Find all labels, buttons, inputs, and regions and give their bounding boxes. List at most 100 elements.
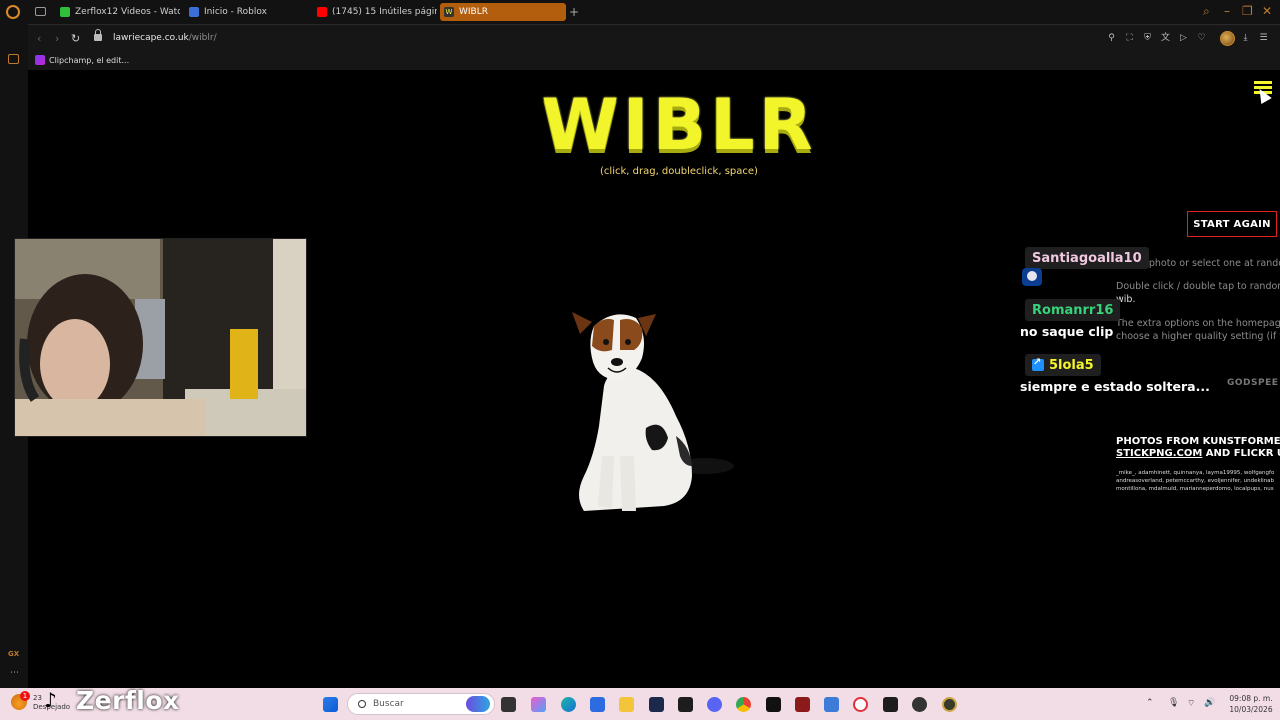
volume-icon[interactable]: 🔊 [1204,698,1215,708]
download-icon[interactable]: ⤓ [1240,33,1251,44]
discord-icon[interactable] [707,697,722,712]
workspaces-icon[interactable] [35,7,46,16]
new-tab-plus-icon[interactable]: + [569,6,579,18]
bookmarks-bar: Clipchamp, el edit... [0,52,1280,70]
godspeed-label: GODSPEE [1227,378,1279,388]
vegas-icon[interactable] [795,697,810,712]
notification-badge: 1 [20,691,30,701]
more-icon[interactable]: ⋯ [10,668,19,678]
screen: Zerflox12 Videos - Watch Inicio - Roblox… [0,0,1280,720]
credits-title-rest: AND FLICKR U [1202,448,1280,459]
search-tabs-icon[interactable]: ⌕ [1203,5,1210,18]
wifi-icon[interactable]: ⌔ [1187,698,1195,709]
wiblr-favicon-icon: W [444,7,454,17]
copilot-icon[interactable] [531,697,546,712]
capcut-2-icon[interactable] [766,697,781,712]
forward-icon[interactable]: › [55,32,59,45]
credits-title-line1: PHOTOS FROM KUNSTFORMEN [1116,436,1280,447]
photoshop-icon[interactable] [649,697,664,712]
opera-gx-icon[interactable] [853,697,868,712]
shield-icon[interactable]: ⛨ [1142,33,1153,44]
chat-user-3: 5lola5 [1025,354,1101,376]
arrow-badge-icon [1032,357,1044,371]
help-line-3b: choose a higher quality setting (if yo [1116,331,1280,342]
obs-icon[interactable] [912,697,927,712]
tiktok-logo-icon: ♪ [44,688,57,712]
webcam-overlay [14,238,307,437]
restore-icon[interactable]: ❐ [1242,5,1253,18]
help-line-1: a photo or select one at random [1140,258,1280,269]
capcut-icon[interactable] [678,697,693,712]
start-again-button[interactable]: START AGAIN [1187,211,1277,237]
back-icon[interactable]: ‹ [37,32,41,45]
wiblr-logo: WIBLR [541,84,817,166]
play-icon[interactable]: ▷ [1178,33,1189,44]
windows-start-icon[interactable] [323,697,338,712]
tab-label: (1745) 15 Inútiles páginas [332,7,437,17]
chat-username: Santiagoalla10 [1032,250,1142,266]
opera-logo-icon[interactable] [6,5,20,19]
tab-wiblr[interactable]: W WIBLR [440,3,566,21]
search-highlight-icon[interactable] [466,696,490,712]
instructions-subtitle: (click, drag, doubleclick, space) [600,166,758,177]
dog-image[interactable] [564,306,734,516]
translate-icon[interactable]: 文 [1160,33,1171,44]
tray-chevron-icon[interactable]: ⌃ [1146,698,1154,708]
clock-time: 09:08 p. m. [1229,694,1273,703]
profile-avatar[interactable] [1220,31,1235,46]
roblox-studio-icon[interactable] [824,697,839,712]
minimize-icon[interactable]: – [1224,5,1230,18]
chrome-icon[interactable] [736,697,751,712]
snapshot-icon[interactable]: ⛶ [1124,33,1135,44]
windows-taskbar: 1 23 Despejado ♪ Zerflox Buscar ⌃ 🎙 ⌔ 🔊 … [0,686,1280,720]
tab-youtube[interactable]: (1745) 15 Inútiles páginas [313,3,437,21]
tab-label: Zerflox12 Videos - Watch [75,7,180,17]
task-view-icon[interactable] [501,697,516,712]
clipchamp-icon [35,55,45,65]
chat-username: 5lola5 [1049,357,1094,373]
roblox-favicon-icon [189,7,199,17]
chat-badge-icon [1022,268,1042,286]
clock-date: 10/03/2026 [1229,705,1273,714]
tab-label: Inicio - Roblox [204,7,267,17]
sidebar-home-icon[interactable] [8,54,19,64]
chat-message-2: no saque clip [1020,324,1114,339]
close-icon[interactable]: ✕ [1262,5,1272,18]
microphone-icon[interactable]: 🎙 [1168,698,1179,708]
url-field[interactable]: lawriecape.co.uk/wiblr/ [113,33,217,43]
zerflox-favicon-icon [60,7,70,17]
tab-roblox[interactable]: Inicio - Roblox [185,3,309,21]
address-bar-row: ‹ › ↻ lawriecape.co.uk/wiblr/ ⚲ ⛶ ⛨ 文 ▷ … [0,24,1280,52]
tab-bar: Zerflox12 Videos - Watch Inicio - Roblox… [0,0,1280,24]
heart-icon[interactable]: ♡ [1196,33,1207,44]
easy-setup-icon[interactable]: ☰ [1258,33,1269,44]
bookmark-clipchamp[interactable]: Clipchamp, el edit... [35,55,129,65]
url-path: /wiblr/ [188,33,217,43]
streamer-name: Zerflox [76,686,180,715]
tab-zerflox[interactable]: Zerflox12 Videos - Watch [56,3,180,21]
file-explorer-icon[interactable] [619,697,634,712]
stickpng-link[interactable]: STICKPNG.COM [1116,448,1202,459]
help-line-2a: Double click / double tap to random [1116,281,1280,292]
lock-icon [94,29,102,41]
credits-title: PHOTOS FROM KUNSTFORMEN STICKPNG.COM AND… [1116,436,1280,460]
url-host: lawriecape.co.uk [113,33,189,43]
app-icon[interactable] [942,697,957,712]
capcut-3-icon[interactable] [883,697,898,712]
search-icon [358,700,366,708]
pin-icon[interactable]: ⚲ [1106,33,1117,44]
chat-user-1: Santiagoalla10 [1025,247,1149,269]
reload-icon[interactable]: ↻ [71,32,80,45]
gx-icon[interactable]: GX [8,650,19,658]
store-icon[interactable] [590,697,605,712]
edge-icon[interactable] [561,697,576,712]
tab-label: WIBLR [459,7,488,17]
search-placeholder: Buscar [373,699,404,709]
credits-list: _mike_, adamhinett, quinnanya, layma1999… [1116,470,1275,492]
bookmark-label: Clipchamp, el edit... [49,55,130,65]
youtube-favicon-icon [317,7,327,17]
credits-title-line2: STICKPNG.COM AND FLICKR U [1116,448,1280,460]
help-line-3a: The extra options on the homepage [1116,318,1280,329]
chat-message-3: siempre e estado soltera... [1020,379,1210,394]
system-clock[interactable]: 09:08 p. m. 10/03/2026 [1226,693,1276,715]
